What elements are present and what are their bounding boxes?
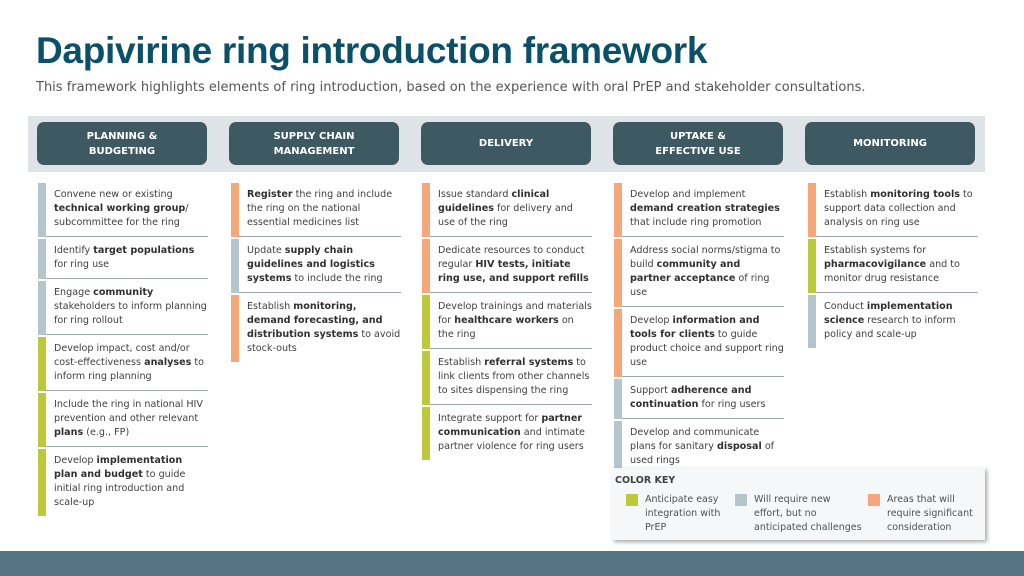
color-bar-orange xyxy=(231,183,239,237)
framework-item-text: Integrate support for partner communicat… xyxy=(438,413,585,452)
color-bar-green xyxy=(422,351,430,405)
framework-item: Address social norms/stigma to build com… xyxy=(614,239,784,307)
header-supply-chain-management: SUPPLY CHAIN MANAGEMENT xyxy=(229,122,399,165)
color-bar-blue xyxy=(38,239,46,279)
framework-item-text: Establish monitoring, demand forecasting… xyxy=(247,301,401,354)
framework-item-text: Issue standard clinical guidelines for d… xyxy=(430,183,592,237)
column-uptake-effective-use: Develop and implement demand creation st… xyxy=(614,183,784,474)
color-key-title: COLOR KEY xyxy=(615,475,676,486)
color-bar-green xyxy=(808,239,816,293)
framework-item-text: Develop and communicate plans for sanita… xyxy=(630,427,775,466)
framework-item: Develop implementation plan and budget t… xyxy=(38,449,208,516)
header-planning-budgeting: PLANNING & BUDGETING xyxy=(37,122,207,165)
blue-swatch-icon xyxy=(735,494,747,506)
framework-item-text: Develop implementation plan and budget t… xyxy=(54,455,186,508)
framework-item-text: Support adherence and continuation for r… xyxy=(622,379,784,419)
framework-item-text: Establish systems for pharmacovigilance … xyxy=(816,239,978,293)
framework-item-text: Convene new or existing technical workin… xyxy=(46,183,208,237)
framework-item-text: Establish monitoring tools to support da… xyxy=(816,183,978,237)
framework-item-text: Identify target populations for ring use xyxy=(46,239,208,279)
column-delivery: Issue standard clinical guidelines for d… xyxy=(422,183,592,460)
footer-bar xyxy=(0,551,1024,576)
header-monitoring: MONITORING xyxy=(805,122,975,165)
framework-item: Establish monitoring, demand forecasting… xyxy=(231,295,401,362)
color-bar-green xyxy=(422,407,430,460)
color-key-label: Anticipate easy integration with PrEP xyxy=(645,494,721,533)
framework-item: Develop impact, cost and/or cost-effecti… xyxy=(38,337,208,391)
framework-item-text: Develop information and tools for client… xyxy=(622,309,784,377)
color-key-entry-orange: Areas that will require significant cons… xyxy=(868,493,973,535)
color-key-label: Areas that will require significant cons… xyxy=(887,494,973,533)
framework-item: Develop information and tools for client… xyxy=(614,309,784,377)
column-monitoring: Establish monitoring tools to support da… xyxy=(808,183,978,348)
framework-item: Register the ring and include the ring o… xyxy=(231,183,401,237)
column-planning-budgeting: Convene new or existing technical workin… xyxy=(38,183,208,516)
color-key-label: Will require new effort, but no anticipa… xyxy=(754,494,862,533)
framework-item-text: Develop impact, cost and/or cost-effecti… xyxy=(46,337,208,391)
color-bar-orange xyxy=(422,183,430,237)
color-bar-blue xyxy=(231,239,239,293)
framework-item: Convene new or existing technical workin… xyxy=(38,183,208,237)
color-key: COLOR KEY Anticipate easy integration wi… xyxy=(612,468,985,540)
framework-item-text: Conduct implementation science research … xyxy=(824,301,956,340)
framework-item-text: Update supply chain guidelines and logis… xyxy=(239,239,401,293)
framework-item: Support adherence and continuation for r… xyxy=(614,379,784,419)
framework-item: Establish monitoring tools to support da… xyxy=(808,183,978,237)
color-bar-blue xyxy=(614,421,622,474)
color-bar-blue xyxy=(38,183,46,237)
framework-item-text: Develop trainings and materials for heal… xyxy=(430,295,592,349)
framework-item: Establish referral systems to link clien… xyxy=(422,351,592,405)
color-bar-green xyxy=(38,337,46,391)
color-bar-blue xyxy=(38,281,46,335)
framework-item: Issue standard clinical guidelines for d… xyxy=(422,183,592,237)
color-bar-orange xyxy=(422,239,430,293)
framework-item: Integrate support for partner communicat… xyxy=(422,407,592,460)
framework-item: Dedicate resources to conduct regular HI… xyxy=(422,239,592,293)
green-swatch-icon xyxy=(626,494,638,506)
column-supply-chain-management: Register the ring and include the ring o… xyxy=(231,183,401,362)
color-bar-orange xyxy=(614,309,622,377)
color-key-entry-blue: Will require new effort, but no anticipa… xyxy=(735,493,862,535)
framework-item-text: Establish referral systems to link clien… xyxy=(430,351,592,405)
framework-item: Develop and communicate plans for sanita… xyxy=(614,421,784,474)
framework-item: Include the ring in national HIV prevent… xyxy=(38,393,208,447)
framework-item: Develop trainings and materials for heal… xyxy=(422,295,592,349)
color-bar-blue xyxy=(614,379,622,419)
color-bar-green xyxy=(38,449,46,516)
framework-item-text: Develop and implement demand creation st… xyxy=(622,183,784,237)
color-bar-orange xyxy=(614,239,622,307)
framework-item-text: Include the ring in national HIV prevent… xyxy=(46,393,208,447)
color-bar-orange xyxy=(808,183,816,237)
framework-item: Identify target populations for ring use xyxy=(38,239,208,279)
framework-item: Update supply chain guidelines and logis… xyxy=(231,239,401,293)
color-bar-green xyxy=(38,393,46,447)
framework-item-text: Register the ring and include the ring o… xyxy=(239,183,401,237)
framework-item: Establish systems for pharmacovigilance … xyxy=(808,239,978,293)
color-bar-orange xyxy=(614,183,622,237)
framework-item: Conduct implementation science research … xyxy=(808,295,978,348)
color-bar-blue xyxy=(808,295,816,348)
page-subtitle: This framework highlights elements of ri… xyxy=(36,80,866,95)
color-key-entry-green: Anticipate easy integration with PrEP xyxy=(626,493,720,535)
framework-item: Develop and implement demand creation st… xyxy=(614,183,784,237)
color-bar-green xyxy=(422,295,430,349)
header-uptake-effective-use: UPTAKE & EFFECTIVE USE xyxy=(613,122,783,165)
framework-item-text: Dedicate resources to conduct regular HI… xyxy=(430,239,592,293)
header-delivery: DELIVERY xyxy=(421,122,591,165)
framework-item: Engage community stakeholders to inform … xyxy=(38,281,208,335)
framework-item-text: Engage community stakeholders to inform … xyxy=(46,281,208,335)
color-bar-orange xyxy=(231,295,239,362)
page-title: Dapivirine ring introduction framework xyxy=(36,30,708,71)
framework-item-text: Address social norms/stigma to build com… xyxy=(622,239,784,307)
orange-swatch-icon xyxy=(868,494,880,506)
